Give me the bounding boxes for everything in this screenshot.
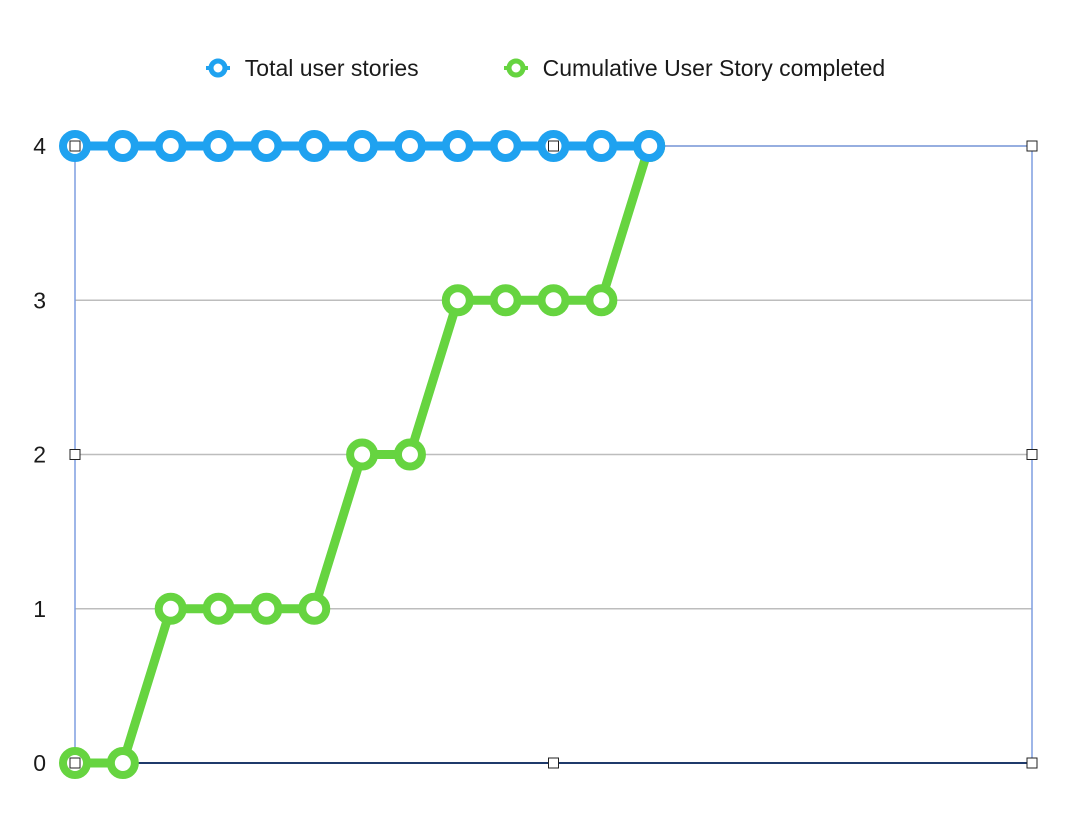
selection-handle-top-right[interactable] <box>1026 140 1038 152</box>
selection-handle-top-middle[interactable] <box>548 140 559 152</box>
data-point-total-7 <box>393 130 426 162</box>
data-point-total-8 <box>441 130 474 162</box>
data-point-total-11 <box>585 130 618 162</box>
data-point-completed-3 <box>202 592 235 625</box>
y-tick-label-3: 3 <box>33 287 46 313</box>
data-point-total-4 <box>250 130 283 162</box>
selection-handle-bottom-middle[interactable] <box>548 757 559 769</box>
data-point-completed-8 <box>441 284 474 317</box>
selection-handle-top-left[interactable] <box>69 140 81 152</box>
data-point-total-5 <box>298 130 331 162</box>
data-point-total-12 <box>633 130 666 162</box>
data-point-total-3 <box>202 130 235 162</box>
data-point-completed-2 <box>154 592 187 625</box>
selection-handle-middle-right[interactable] <box>1026 449 1038 460</box>
data-point-completed-5 <box>298 592 331 625</box>
data-point-completed-9 <box>489 284 522 317</box>
selection-handle-bottom-left[interactable] <box>69 757 81 769</box>
data-point-total-2 <box>154 130 187 162</box>
chart: Total user stories Cumulative User Story… <box>0 0 1090 818</box>
y-tick-label-2: 2 <box>33 442 46 468</box>
data-point-completed-7 <box>393 438 426 471</box>
data-point-completed-1 <box>106 747 139 779</box>
y-tick-label-4: 4 <box>33 133 46 159</box>
data-point-completed-10 <box>537 284 570 317</box>
data-point-total-1 <box>106 130 139 162</box>
data-point-total-6 <box>346 130 379 162</box>
y-tick-label-1: 1 <box>33 596 46 622</box>
data-point-completed-6 <box>346 438 379 471</box>
plot-area: 0 1 2 3 4 <box>33 130 1038 779</box>
selection-handle-bottom-right[interactable] <box>1026 757 1038 769</box>
selection-handle-middle-left[interactable] <box>69 449 81 460</box>
data-point-completed-4 <box>250 592 283 625</box>
data-point-completed-11 <box>585 284 618 317</box>
data-point-total-9 <box>489 130 522 162</box>
y-tick-label-0: 0 <box>33 750 46 776</box>
